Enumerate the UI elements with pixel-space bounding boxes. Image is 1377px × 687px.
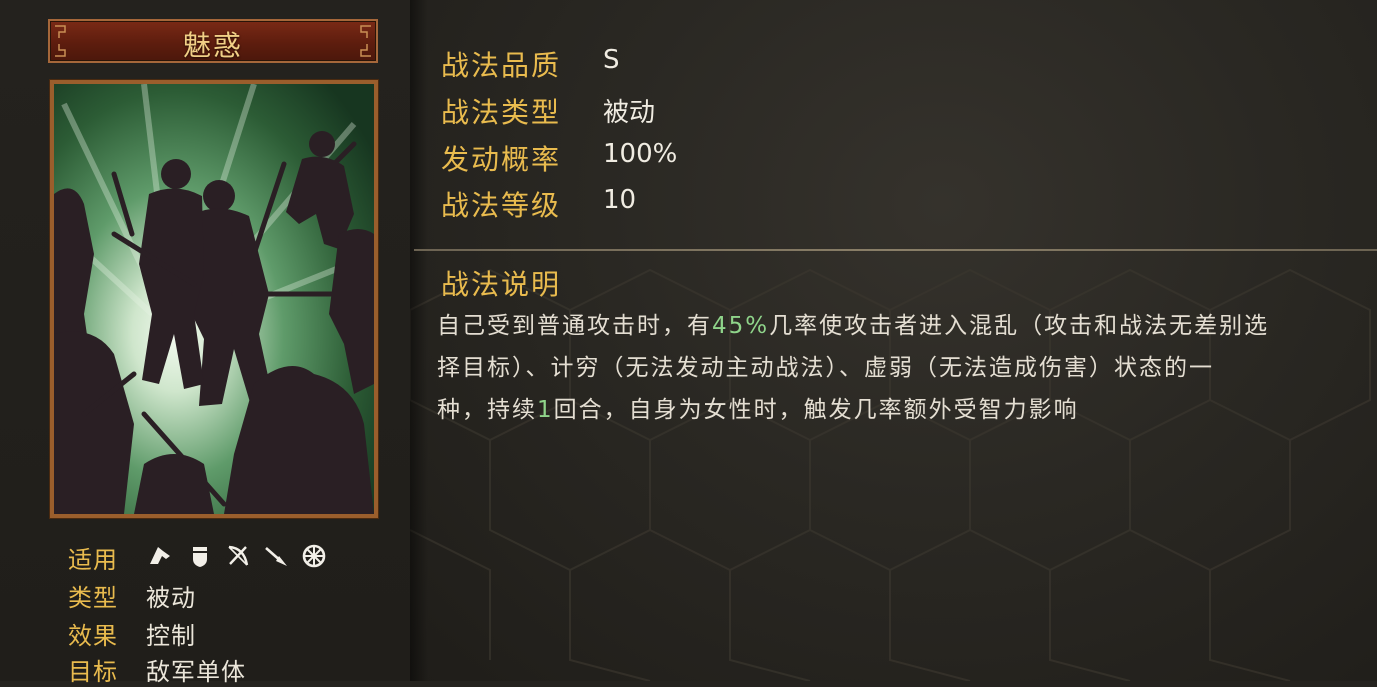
level-label: 战法等级: [441, 189, 562, 222]
description-text-part: 择目标）、计穷（无法发动主动战法）、虚弱（无法造成伤害）状态的一: [437, 355, 1214, 381]
quality-value: S: [603, 45, 620, 75]
description-text: 自己受到普通攻击时，有45%几率使攻击者进入混乱（攻击和战法无差别选 择目标）、…: [437, 305, 1377, 431]
quality-label: 战法品质: [441, 49, 562, 82]
duration-highlight: 1: [537, 397, 554, 423]
siege-wheel-icon: [302, 544, 326, 568]
cavalry-icon: [150, 547, 170, 564]
rate-label: 发动概率: [441, 143, 562, 176]
skill-name: 魅惑: [182, 29, 243, 62]
skill-title-banner: 魅惑: [48, 19, 378, 63]
effect-value: 控制: [146, 622, 196, 650]
skill-card-art: [50, 80, 378, 518]
section-divider: [414, 249, 1377, 251]
description-text-part: 自己受到普通攻击时，有: [437, 313, 712, 339]
description-title: 战法说明: [441, 268, 562, 301]
spear-icon: [265, 547, 287, 566]
type-value: 被动: [146, 584, 196, 612]
kind-value: 被动: [603, 98, 656, 128]
chance-highlight: 45%: [712, 313, 770, 339]
effect-label: 效果: [68, 622, 118, 650]
shield-infantry-icon: [193, 547, 207, 567]
archer-icon: [228, 545, 249, 566]
banner-ornament-icon: [360, 25, 371, 57]
rate-value: 100%: [603, 139, 678, 169]
description-text-part: 种，持续: [437, 397, 537, 423]
description-line: 择目标）、计穷（无法发动主动战法）、虚弱（无法造成伤害）状态的一: [437, 347, 1377, 389]
level-value: 10: [603, 185, 637, 215]
target-value: 敌军单体: [146, 658, 246, 686]
kind-label: 战法类型: [441, 96, 562, 129]
target-label: 目标: [68, 658, 118, 686]
description-text-part: 几率使攻击者进入混乱（攻击和战法无差别选: [769, 313, 1270, 339]
applicable-label: 适用: [68, 546, 118, 574]
type-label: 类型: [68, 584, 118, 612]
description-line: 自己受到普通攻击时，有45%几率使攻击者进入混乱（攻击和战法无差别选: [437, 305, 1377, 347]
warriors-silhouette-artwork: [54, 84, 374, 514]
description-text-part: 回合，自身为女性时，触发几率额外受智力影响: [553, 397, 1079, 423]
description-line: 种，持续1回合，自身为女性时，触发几率额外受智力影响: [437, 389, 1377, 431]
